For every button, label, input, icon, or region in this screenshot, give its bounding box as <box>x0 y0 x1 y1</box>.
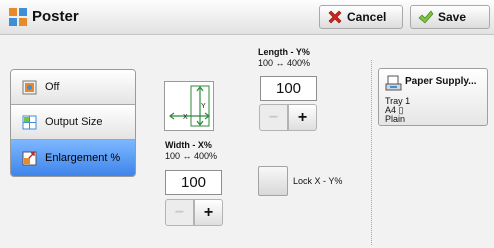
tab-off-label: Off <box>45 81 60 93</box>
width-label: Width - X% <box>165 140 212 150</box>
length-range: 100 ↔ 400% <box>258 58 311 68</box>
lock-xy-label: Lock X - Y% <box>293 176 343 186</box>
mode-tab-list: Off Output Size Enlargement % <box>10 69 136 177</box>
tab-enlargement-percent[interactable]: Enlargement % <box>11 140 135 176</box>
tab-output-size[interactable]: Output Size <box>11 105 135 140</box>
save-button[interactable]: Save <box>410 5 490 29</box>
paper-type: Plain <box>385 114 406 124</box>
width-increment-button[interactable]: + <box>194 199 223 226</box>
length-increment-button[interactable]: + <box>288 104 317 131</box>
vertical-divider <box>371 60 372 245</box>
tab-output-size-label: Output Size <box>45 116 103 128</box>
length-value-field[interactable]: 100 <box>260 76 317 101</box>
save-check-icon <box>418 10 434 24</box>
width-stepper: − + <box>165 199 223 226</box>
x-axis-label: X <box>183 114 188 121</box>
cancel-x-icon <box>328 10 342 24</box>
xy-direction-diagram: X Y <box>164 81 214 131</box>
output-size-icon <box>22 115 37 129</box>
length-decrement-button[interactable]: − <box>259 104 288 131</box>
paper-supply-button[interactable]: Paper Supply... Tray 1 A4 ▯ Plain <box>378 68 488 126</box>
cancel-button-label: Cancel <box>347 10 387 24</box>
page-title: Poster <box>32 8 79 25</box>
enlargement-icon <box>22 151 37 165</box>
cancel-button[interactable]: Cancel <box>319 5 403 29</box>
poster-icon <box>9 8 27 26</box>
tab-off[interactable]: Off <box>11 70 135 105</box>
save-button-label: Save <box>438 10 467 24</box>
xy-arrows-icon: X Y <box>169 85 210 127</box>
tab-enlargement-label: Enlargement % <box>45 152 121 164</box>
width-decrement-button[interactable]: − <box>165 199 194 226</box>
title-bar: Poster Cancel Save <box>0 0 494 35</box>
length-label: Length - Y% <box>258 47 310 57</box>
off-icon <box>22 80 37 94</box>
paper-supply-title: Paper Supply... <box>405 76 477 87</box>
poster-screen: Poster Cancel Save Off Output Size Enlar… <box>0 0 494 248</box>
width-value-field[interactable]: 100 <box>165 170 222 195</box>
lock-xy-checkbox[interactable] <box>258 166 288 196</box>
width-range: 100 ↔ 400% <box>165 151 218 161</box>
y-axis-label: Y <box>201 103 206 110</box>
length-stepper: − + <box>259 104 317 131</box>
paper-tray-icon <box>385 75 402 91</box>
